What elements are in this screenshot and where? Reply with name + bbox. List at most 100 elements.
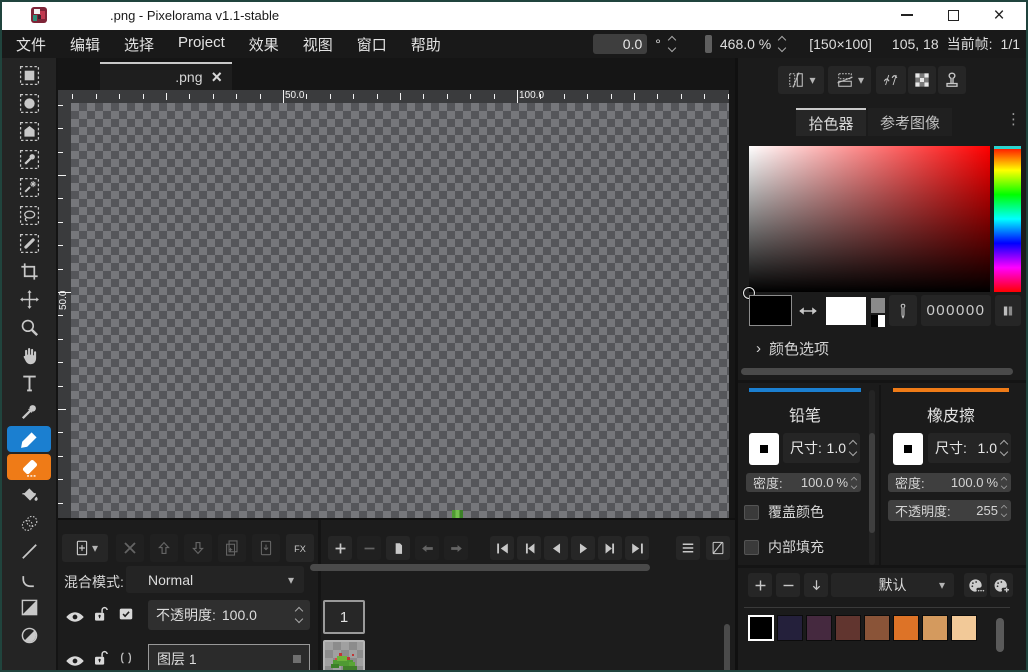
first-frame-button[interactable] — [490, 536, 514, 560]
sort-colors-button[interactable] — [804, 573, 828, 597]
palette-swatch[interactable] — [835, 615, 861, 641]
lasso-tool[interactable] — [7, 202, 51, 228]
cel-thumbnail[interactable] — [323, 640, 365, 672]
edit-palette-button[interactable] — [964, 573, 987, 597]
bucket-tool[interactable] — [7, 482, 51, 508]
overwrite-color-checkbox[interactable] — [744, 505, 759, 520]
pan-tool[interactable] — [7, 342, 51, 368]
tab-reference-images[interactable]: 参考图像 — [868, 108, 952, 136]
palette-swatch[interactable] — [922, 615, 948, 641]
last-frame-button[interactable] — [625, 536, 649, 560]
eraser-size-input[interactable]: 尺寸: 1.0 — [928, 433, 1011, 463]
palette-swatch[interactable] — [748, 615, 774, 641]
mini-gray-swatch[interactable] — [871, 298, 885, 313]
palette-swatch[interactable] — [777, 615, 803, 641]
text-tool[interactable] — [7, 370, 51, 396]
ellipse-select-tool[interactable] — [7, 90, 51, 116]
horizontal-ruler[interactable]: 50.0100.0 — [71, 90, 729, 103]
frame-number-header[interactable]: 1 — [323, 600, 365, 634]
swap-colors-icon[interactable] — [796, 303, 820, 324]
rectangle-tool[interactable] — [7, 594, 51, 620]
stamp-button[interactable] — [938, 66, 966, 94]
move-layer-down-button[interactable] — [184, 534, 212, 562]
color-picker-tool[interactable] — [7, 398, 51, 424]
palette-scrollbar[interactable] — [996, 618, 1004, 652]
rectangle-select-tool[interactable] — [7, 62, 51, 88]
primary-color-swatch[interactable] — [749, 295, 792, 326]
curve-tool[interactable] — [7, 566, 51, 592]
layer-opacity-spinner[interactable] — [296, 608, 302, 622]
palette-select-dropdown[interactable]: 默认 ▾ — [831, 573, 954, 597]
menu-effects[interactable]: 效果 — [249, 34, 279, 55]
clone-layer-button[interactable] — [218, 534, 246, 562]
color-options-expander[interactable]: › 颜色选项 — [756, 338, 829, 359]
ellipse-tool[interactable] — [7, 622, 51, 648]
rotation-spinner[interactable] — [669, 37, 675, 51]
add-layer-button[interactable]: ▾ — [62, 534, 108, 562]
dynamics-button[interactable] — [876, 66, 906, 94]
palette-swatch[interactable] — [893, 615, 919, 641]
add-frame-button[interactable] — [328, 536, 352, 560]
fill-inside-checkbox[interactable] — [744, 540, 759, 555]
close-button[interactable]: × — [976, 0, 1022, 30]
layer-visibility-icon[interactable] — [64, 650, 86, 672]
menu-view[interactable]: 视图 — [303, 34, 333, 55]
cel-select-icon[interactable] — [116, 604, 136, 629]
remove-frame-button[interactable] — [357, 536, 381, 560]
eraser-density-input[interactable]: 密度: 100.0 % — [888, 473, 1011, 492]
next-frame-button[interactable] — [598, 536, 622, 560]
layer-name[interactable]: 图层 1 — [148, 644, 310, 672]
eraser-density-spinner[interactable] — [1002, 477, 1007, 488]
rotation-input[interactable]: 0.0 — [593, 34, 647, 54]
color-sliders-button[interactable] — [995, 295, 1021, 326]
zoom-spinner[interactable] — [779, 37, 785, 51]
play-backwards-button[interactable] — [544, 536, 568, 560]
menu-edit[interactable]: 编辑 — [70, 34, 100, 55]
palette-swatch[interactable] — [864, 615, 890, 641]
hue-cursor[interactable] — [994, 146, 1021, 149]
mirror-y-button[interactable]: ▾ — [828, 66, 871, 94]
pencil-brush-preview[interactable] — [749, 433, 779, 465]
previous-frame-button[interactable] — [517, 536, 541, 560]
zoom-value[interactable]: 468.0 % — [720, 36, 771, 52]
zoom-slider[interactable] — [705, 35, 712, 53]
timeline-vscrollbar[interactable] — [724, 624, 730, 672]
eraser-size-spinner[interactable] — [1001, 441, 1007, 455]
palette-swatch[interactable] — [951, 615, 977, 641]
link-cels-icon[interactable] — [116, 648, 136, 672]
pattern-button[interactable] — [908, 66, 936, 94]
polygon-select-tool[interactable] — [7, 118, 51, 144]
panel-menu-icon[interactable]: ⋮ — [1006, 110, 1021, 128]
layer-fx-button[interactable]: FX — [286, 534, 314, 562]
remove-layer-button[interactable] — [116, 534, 144, 562]
hue-slider[interactable] — [994, 146, 1021, 292]
mirror-x-button[interactable]: ▾ — [778, 66, 824, 94]
layer-lock-icon[interactable] — [90, 648, 110, 672]
eraser-opacity-input[interactable]: 不透明度: 255 — [888, 500, 1011, 521]
timeline-settings-button[interactable] — [676, 536, 700, 560]
tab-color-picker[interactable]: 拾色器 — [796, 108, 866, 136]
paint-select-tool[interactable] — [7, 230, 51, 256]
maximize-button[interactable] — [930, 0, 976, 30]
onion-skinning-button[interactable] — [706, 536, 730, 560]
move-frame-right-button[interactable] — [444, 536, 468, 560]
vertical-ruler[interactable]: 50.0 — [58, 103, 71, 518]
minimize-button[interactable] — [884, 0, 930, 30]
menu-help[interactable]: 帮助 — [411, 34, 441, 55]
play-forward-button[interactable] — [571, 536, 595, 560]
add-color-button[interactable] — [748, 573, 772, 597]
eraser-opacity-spinner[interactable] — [1002, 505, 1007, 516]
crop-tool[interactable] — [7, 258, 51, 284]
document-tab[interactable]: .png × — [100, 62, 232, 90]
move-layer-up-button[interactable] — [150, 534, 178, 562]
clone-frame-button[interactable] — [386, 536, 410, 560]
move-frame-left-button[interactable] — [415, 536, 439, 560]
hex-color-input[interactable]: 000000 — [921, 295, 991, 326]
line-tool[interactable] — [7, 538, 51, 564]
menu-project[interactable]: Project — [178, 34, 225, 55]
merge-layer-button[interactable] — [252, 534, 280, 562]
layer-opacity-input[interactable]: 不透明度: 100.0 — [148, 600, 310, 630]
layer-visibility-icon[interactable] — [64, 606, 86, 633]
canvas[interactable] — [71, 103, 729, 518]
screen-color-picker-button[interactable] — [889, 295, 917, 326]
